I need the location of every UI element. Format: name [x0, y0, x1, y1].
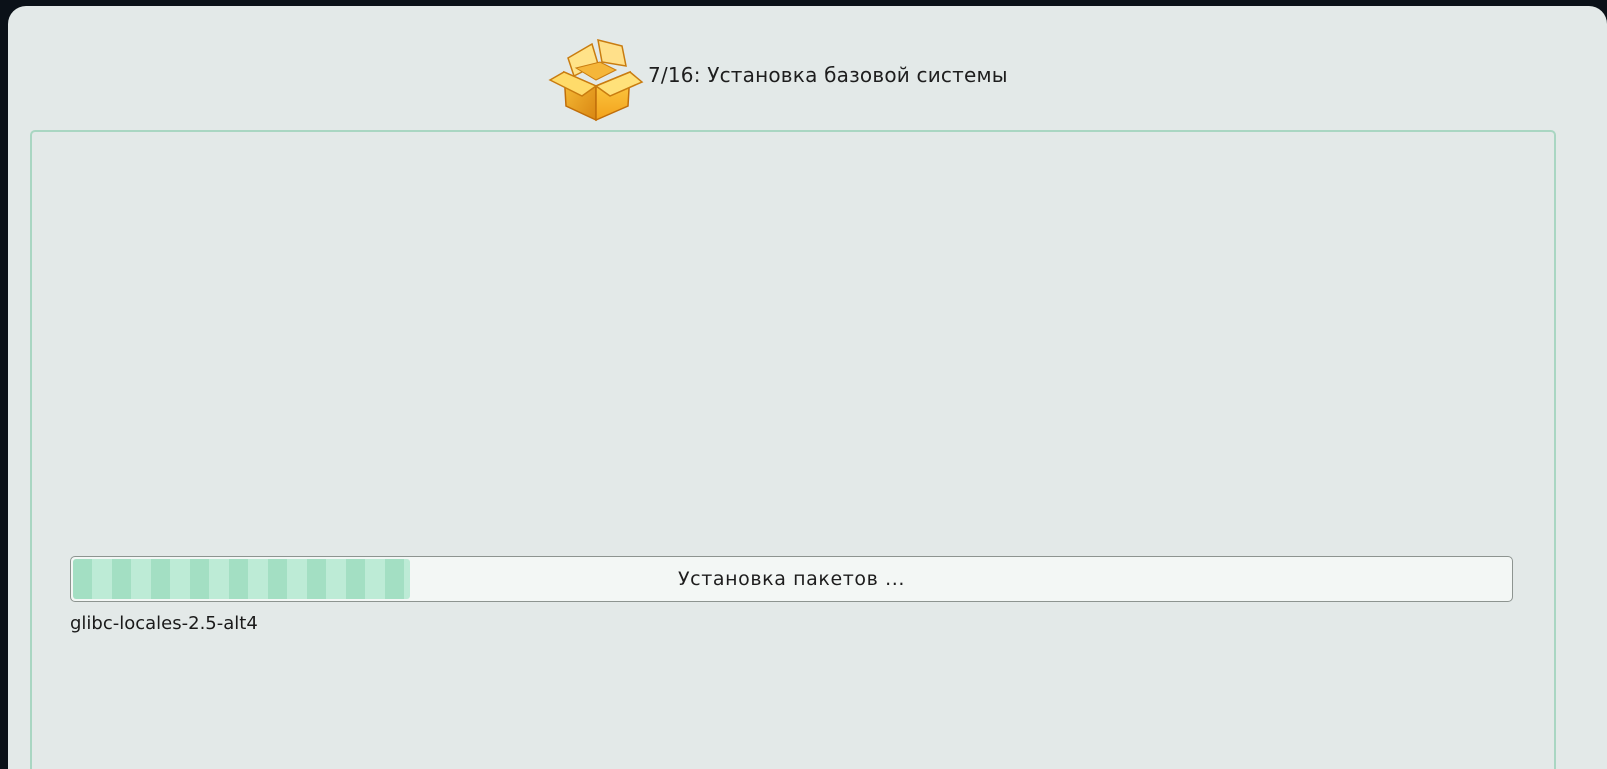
- progress-label: Установка пакетов ...: [677, 568, 906, 590]
- current-package-name: glibc-locales-2.5-alt4: [70, 613, 258, 634]
- step-header: 7/16: Установка базовой системы: [8, 6, 1607, 128]
- package-box-icon: [548, 38, 644, 122]
- step-title: 7/16: Установка базовой системы: [648, 63, 1008, 87]
- step-header-inner: 7/16: Установка базовой системы: [546, 24, 1008, 124]
- installer-window: 7/16: Установка базовой системы Установк…: [8, 6, 1607, 769]
- content-panel: Установка пакетов ... glibc-locales-2.5-…: [30, 130, 1556, 769]
- install-progress-bar: Установка пакетов ...: [70, 556, 1513, 602]
